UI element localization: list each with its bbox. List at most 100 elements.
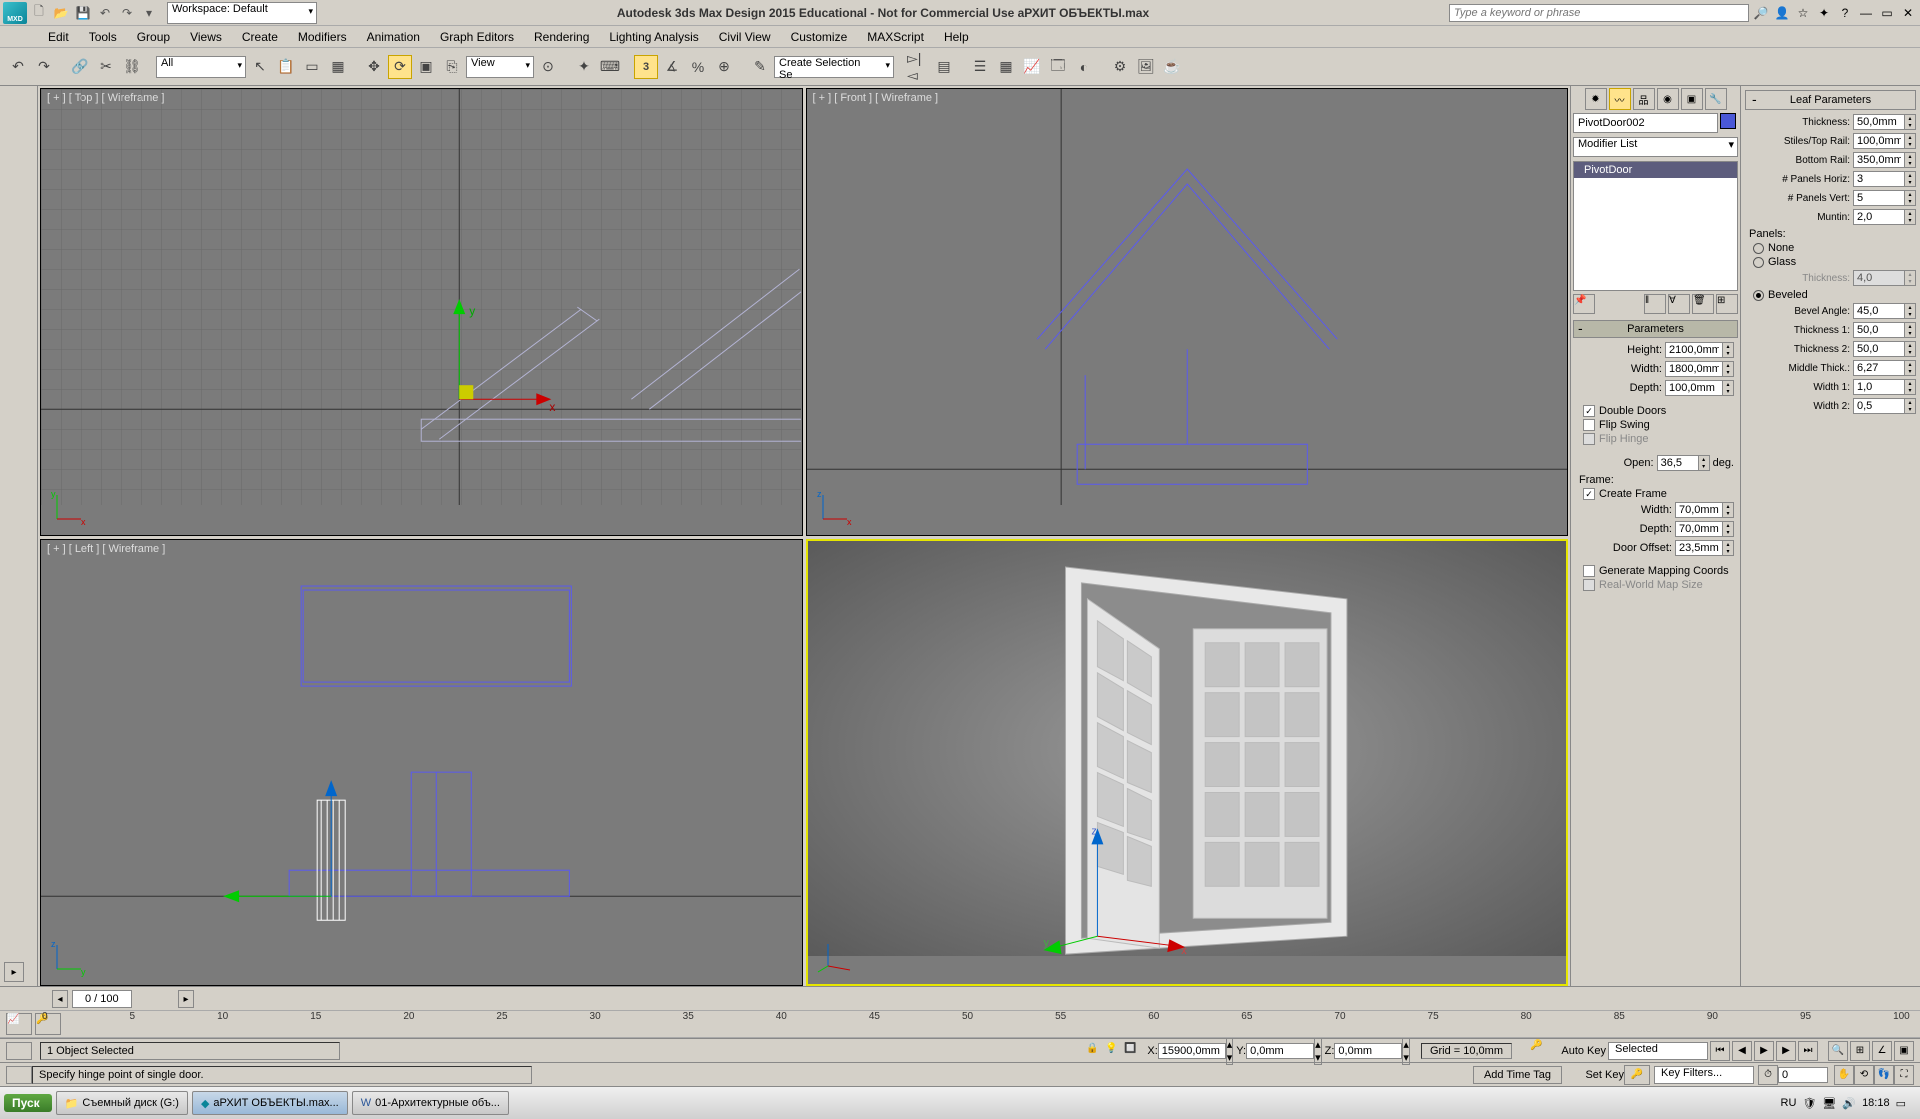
layers-icon[interactable]: ☰ <box>968 55 992 79</box>
lp-muntin-spinner[interactable]: ▴▾ <box>1853 209 1916 225</box>
doffset-spinner[interactable]: ▴▾ <box>1675 540 1734 556</box>
z-coord-input[interactable] <box>1334 1043 1402 1059</box>
create-frame-checkbox[interactable]: ✓ <box>1583 488 1595 500</box>
menu-views[interactable]: Views <box>180 26 232 48</box>
object-name-input[interactable] <box>1573 113 1718 133</box>
snap-3-icon[interactable]: 3 <box>634 55 658 79</box>
nav-orbit-icon[interactable]: ⟲ <box>1854 1065 1874 1085</box>
open-spinner[interactable]: ▴▾ <box>1657 455 1710 471</box>
tray-icon[interactable]: 🔊 <box>1842 1097 1856 1110</box>
lock-icon[interactable]: 🔒 <box>1086 1043 1102 1059</box>
help-icon[interactable]: ? <box>1836 4 1854 22</box>
lp-bottom-spinner[interactable]: ▴▾ <box>1853 152 1916 168</box>
maximize-icon[interactable]: ▭ <box>1878 4 1896 22</box>
modifier-list-dropdown[interactable]: Modifier List <box>1573 137 1738 157</box>
time-slider-row[interactable]: ◂ 0 / 100 ▸ <box>0 986 1920 1010</box>
menu-group[interactable]: Group <box>127 26 180 48</box>
next-frame-icon[interactable]: ▶ <box>1776 1041 1796 1061</box>
minimize-icon[interactable]: — <box>1857 4 1875 22</box>
dropdown-icon[interactable]: ▾ <box>139 3 159 23</box>
schematic-icon[interactable]: 🗔 <box>1046 55 1070 79</box>
start-button[interactable]: Пуск <box>4 1094 52 1112</box>
object-color-swatch[interactable] <box>1720 113 1736 129</box>
keymode-dropdown[interactable]: Selected <box>1608 1042 1708 1060</box>
bind-icon[interactable]: ⛓ <box>120 55 144 79</box>
width-spinner[interactable]: ▴▾ <box>1665 361 1734 377</box>
open-icon[interactable]: 📂 <box>51 3 71 23</box>
move-icon[interactable]: ✥ <box>362 55 386 79</box>
menu-maxscript[interactable]: MAXScript <box>857 26 934 48</box>
trackbar-toggle-icon[interactable]: ▸ <box>4 962 24 982</box>
mirror-icon[interactable]: ▻|◅ <box>906 55 930 79</box>
tab-motion-icon[interactable]: ◉ <box>1657 88 1679 110</box>
help-search-input[interactable] <box>1449 4 1749 22</box>
menu-lighting[interactable]: Lighting Analysis <box>599 26 708 48</box>
key-icon[interactable]: 🔑 <box>1530 1040 1552 1062</box>
fwidth-spinner[interactable]: ▴▾ <box>1675 502 1734 518</box>
track-bar[interactable]: 📈 🔑 051015202530354045505560657075808590… <box>0 1010 1920 1038</box>
height-spinner[interactable]: ▴▾ <box>1665 342 1734 358</box>
w1-spinner[interactable]: ▴▾ <box>1853 379 1916 395</box>
rotate-icon[interactable]: ⟳ <box>388 55 412 79</box>
menu-edit[interactable]: Edit <box>38 26 79 48</box>
ref-coord-dropdown[interactable]: View <box>466 56 534 78</box>
prev-frame-icon[interactable]: ◀ <box>1732 1041 1752 1061</box>
select-icon[interactable]: ↖ <box>248 55 272 79</box>
rollout-parameters[interactable]: Parameters <box>1573 320 1738 338</box>
select-name-icon[interactable]: 📋 <box>274 55 298 79</box>
redo-button[interactable]: ↷ <box>32 55 56 79</box>
nav-fov-icon[interactable]: ∠ <box>1872 1041 1892 1061</box>
goto-start-icon[interactable]: ⏮ <box>1710 1041 1730 1061</box>
system-tray[interactable]: RU 🛡 🖥 🔊 18:18 ▭ <box>1771 1097 1916 1110</box>
viewport-perspective[interactable]: [ + ] [ Perspective] [ Shaded ] <box>806 539 1569 987</box>
window-crossing-icon[interactable]: ▦ <box>326 55 350 79</box>
show-result-icon[interactable]: ‖ <box>1644 294 1666 314</box>
tab-utilities-icon[interactable]: 🔧 <box>1705 88 1727 110</box>
task-item[interactable]: W01-Архитектурные объ... <box>352 1091 509 1115</box>
show-desktop-icon[interactable]: ▭ <box>1896 1097 1906 1110</box>
time-slider[interactable]: 0 / 100 <box>72 990 132 1008</box>
menu-grapheditors[interactable]: Graph Editors <box>430 26 524 48</box>
play-icon[interactable]: ▶ <box>1754 1041 1774 1061</box>
modifier-stack[interactable]: PivotDoor <box>1573 161 1738 291</box>
save-icon[interactable]: 💾 <box>73 3 93 23</box>
curve-editor-icon[interactable]: 📈 <box>1020 55 1044 79</box>
mini-curve-editor-icon[interactable]: 📈 <box>6 1013 32 1035</box>
workspace-dropdown[interactable]: Workspace: Default <box>167 2 317 24</box>
nav-walk-icon[interactable]: 👣 <box>1874 1065 1894 1085</box>
configure-icon[interactable]: ⊞ <box>1716 294 1738 314</box>
maxscript-icon[interactable] <box>6 1042 32 1060</box>
time-slider-prev-icon[interactable]: ◂ <box>52 990 68 1008</box>
menu-rendering[interactable]: Rendering <box>524 26 599 48</box>
undo-icon[interactable]: ↶ <box>95 3 115 23</box>
unique-icon[interactable]: ∀ <box>1668 294 1690 314</box>
lang-indicator[interactable]: RU <box>1781 1097 1797 1109</box>
unlink-icon[interactable]: ✂ <box>94 55 118 79</box>
menu-animation[interactable]: Animation <box>357 26 430 48</box>
time-slider-next-icon[interactable]: ▸ <box>178 990 194 1008</box>
rb-beveled[interactable] <box>1753 290 1764 301</box>
render-setup-icon[interactable]: ⚙ <box>1108 55 1132 79</box>
task-item[interactable]: 📁Съемный диск (G:) <box>56 1091 188 1115</box>
exchange-icon[interactable]: ☆ <box>1794 4 1812 22</box>
lp-pvert-spinner[interactable]: ▴▾ <box>1853 190 1916 206</box>
menu-help[interactable]: Help <box>934 26 979 48</box>
add-time-tag-button[interactable]: Add Time Tag <box>1473 1066 1562 1084</box>
nav-zoomregion-icon[interactable]: ▣ <box>1894 1041 1914 1061</box>
tray-icon[interactable]: 🖥 <box>1822 1097 1836 1110</box>
clock[interactable]: 18:18 <box>1862 1097 1890 1109</box>
mt-spinner[interactable]: ▴▾ <box>1853 360 1916 376</box>
percent-snap-icon[interactable]: % <box>686 55 710 79</box>
redo-icon[interactable]: ↷ <box>117 3 137 23</box>
key-filters-button[interactable]: Key Filters... <box>1654 1066 1754 1084</box>
rb-glass[interactable] <box>1753 257 1764 268</box>
edit-selset-icon[interactable]: ✎ <box>748 55 772 79</box>
lp-phoriz-spinner[interactable]: ▴▾ <box>1853 171 1916 187</box>
menu-customize[interactable]: Customize <box>781 26 858 48</box>
angle-snap-icon[interactable]: ∡ <box>660 55 684 79</box>
spinner-snap-icon[interactable]: ⊕ <box>712 55 736 79</box>
current-frame-input[interactable] <box>1778 1067 1828 1083</box>
rb-none[interactable] <box>1753 243 1764 254</box>
fdepth-spinner[interactable]: ▴▾ <box>1675 521 1734 537</box>
nav-zoom-icon[interactable]: 🔍 <box>1828 1041 1848 1061</box>
